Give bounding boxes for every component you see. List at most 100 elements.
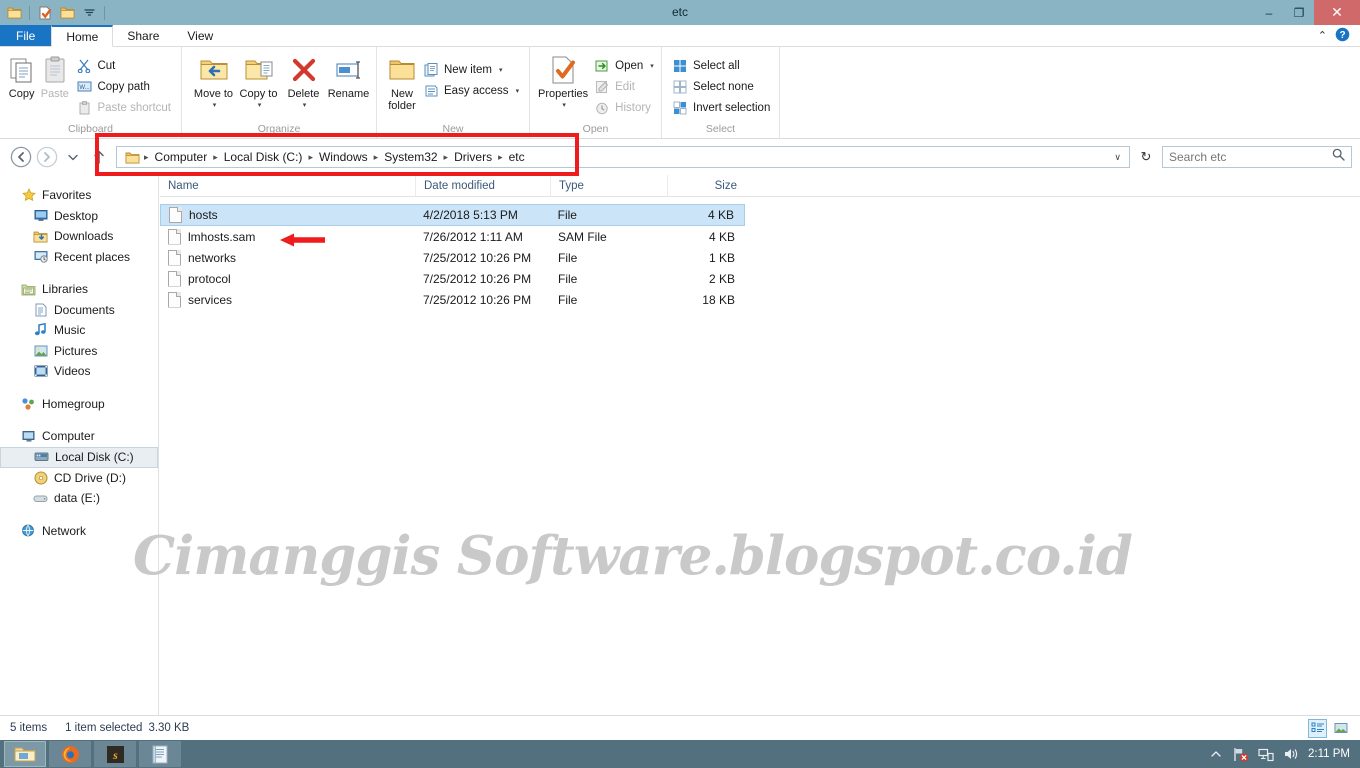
taskbar-notepad[interactable] [139, 741, 181, 767]
title-bar[interactable]: etc – ❐ ✕ [0, 0, 1360, 25]
new-folder-button[interactable]: New folder [387, 51, 417, 112]
sidebar-item-documents[interactable]: Documents [0, 300, 158, 321]
file-list-area[interactable]: Name Date modified Type Size hosts 4/2/2… [160, 174, 1360, 715]
table-row[interactable]: services 7/25/2012 10:26 PM File 18 KB [160, 289, 745, 310]
search-input[interactable] [1169, 150, 1332, 164]
tab-view[interactable]: View [173, 25, 227, 46]
address-bar[interactable]: ▸ Computer ▸ Local Disk (C:) ▸ Windows ▸… [0, 139, 1360, 175]
table-row[interactable]: hosts 4/2/2018 5:13 PM File 4 KB [160, 204, 745, 226]
sidebar-item-local-disk-c[interactable]: Local Disk (C:) [0, 446, 158, 468]
details-view-button[interactable] [1308, 718, 1327, 738]
open-button[interactable]: Open ▾ [590, 55, 658, 76]
forward-button[interactable] [34, 144, 60, 170]
sidebar-item-desktop[interactable]: Desktop [0, 206, 158, 227]
refresh-button[interactable]: ↻ [1134, 146, 1158, 168]
search-icon[interactable] [1332, 148, 1345, 166]
window-controls[interactable]: – ❐ ✕ [1254, 0, 1360, 25]
qat-folder-icon[interactable] [4, 3, 24, 23]
select-all-button[interactable]: Select all [668, 55, 774, 76]
column-header-name[interactable]: Name [160, 175, 415, 197]
breadcrumb-item-windows[interactable]: Windows [314, 150, 373, 164]
delete-caret-icon[interactable]: ▾ [303, 100, 307, 112]
easy-access-caret-icon[interactable]: ▾ [516, 87, 520, 95]
close-button[interactable]: ✕ [1314, 0, 1360, 25]
recent-locations-button[interactable] [60, 144, 86, 170]
column-headers[interactable]: Name Date modified Type Size [160, 174, 1360, 197]
qat-properties-icon[interactable] [35, 3, 55, 23]
column-header-size[interactable]: Size [667, 174, 745, 197]
delete-button[interactable]: Delete ▾ [282, 51, 325, 112]
qat-customize-dropdown-icon[interactable] [79, 3, 99, 23]
breadcrumb-item-system32[interactable]: System32 [379, 150, 442, 164]
ribbon[interactable]: Copy Paste Cut W... Copy path Paste shor… [0, 47, 1360, 139]
navigation-pane[interactable]: Favorites Desktop Downloads Recent place… [0, 175, 159, 715]
taskbar[interactable]: s 2:11 PM [0, 740, 1360, 768]
breadcrumb-item-drivers[interactable]: Drivers [449, 150, 497, 164]
network-error-icon[interactable] [1233, 746, 1249, 762]
table-row[interactable]: protocol 7/25/2012 10:26 PM File 2 KB [160, 268, 745, 289]
file-name-cell[interactable]: protocol [160, 270, 415, 287]
sidebar-item-recent-places[interactable]: Recent places [0, 247, 158, 268]
restore-button[interactable]: ❐ [1284, 0, 1314, 25]
back-button[interactable] [8, 144, 34, 170]
select-none-button[interactable]: Select none [668, 76, 774, 97]
sidebar-item-cd-drive-d[interactable]: CD Drive (D:) [0, 468, 158, 489]
quick-access-toolbar[interactable] [0, 3, 108, 23]
ribbon-tab-strip[interactable]: File Home Share View ⌃ ? [0, 25, 1360, 47]
breadcrumb-item-etc[interactable]: etc [504, 150, 530, 164]
tab-share[interactable]: Share [113, 25, 173, 46]
move-to-button[interactable]: Move to ▾ [192, 51, 235, 112]
file-name-cell[interactable]: hosts [161, 207, 415, 223]
column-header-date-modified[interactable]: Date modified [415, 174, 550, 197]
sidebar-item-downloads[interactable]: Downloads [0, 226, 158, 247]
taskbar-clock[interactable]: 2:11 PM [1308, 748, 1350, 760]
ribbon-controls[interactable]: ⌃ ? [1318, 25, 1360, 46]
taskbar-firefox[interactable] [49, 741, 91, 767]
taskbar-sublime-text[interactable]: s [94, 741, 136, 767]
edit-button[interactable]: Edit [590, 76, 658, 97]
paste-shortcut-button[interactable]: Paste shortcut [72, 97, 175, 118]
tab-home[interactable]: Home [51, 25, 114, 47]
sidebar-item-favorites[interactable]: Favorites [0, 185, 158, 206]
taskbar-file-explorer[interactable] [4, 741, 46, 767]
search-box[interactable] [1162, 146, 1352, 168]
easy-access-button[interactable]: Easy access ▾ [419, 80, 523, 101]
sidebar-item-network[interactable]: Network [0, 521, 158, 542]
address-dropdown-icon[interactable]: ∨ [1114, 152, 1125, 163]
minimize-button[interactable]: – [1254, 0, 1284, 25]
open-caret-icon[interactable]: ▾ [650, 62, 654, 70]
copy-button[interactable]: Copy [6, 51, 37, 100]
tab-file[interactable]: File [0, 25, 52, 46]
view-buttons[interactable] [1308, 718, 1350, 738]
action-center-icon[interactable] [1258, 746, 1274, 762]
volume-icon[interactable] [1283, 746, 1299, 762]
new-item-button[interactable]: New item ▾ [419, 59, 523, 80]
copy-to-caret-icon[interactable]: ▾ [258, 100, 262, 112]
invert-selection-button[interactable]: Invert selection [668, 97, 774, 118]
sidebar-item-pictures[interactable]: Pictures [0, 341, 158, 362]
rename-button[interactable]: Rename [327, 51, 370, 100]
cut-button[interactable]: Cut [72, 55, 175, 76]
properties-caret-icon[interactable]: ▾ [562, 100, 566, 112]
properties-button[interactable]: Properties ▾ [538, 51, 588, 112]
sidebar-item-libraries[interactable]: Libraries [0, 279, 158, 300]
breadcrumb[interactable]: ▸ Computer ▸ Local Disk (C:) ▸ Windows ▸… [143, 150, 530, 164]
large-icons-view-button[interactable] [1331, 719, 1350, 738]
help-icon[interactable]: ? [1335, 27, 1350, 45]
show-hidden-icons-button[interactable] [1208, 746, 1224, 762]
system-tray[interactable]: 2:11 PM [1208, 746, 1360, 762]
up-button[interactable] [86, 144, 112, 170]
move-to-caret-icon[interactable]: ▾ [213, 100, 217, 112]
table-row[interactable]: networks 7/25/2012 10:26 PM File 1 KB [160, 247, 745, 268]
sidebar-item-videos[interactable]: Videos [0, 361, 158, 382]
sidebar-item-data-e[interactable]: data (E:) [0, 488, 158, 509]
table-row[interactable]: lmhosts.sam 7/26/2012 1:11 AM SAM File 4… [160, 226, 745, 247]
history-button[interactable]: History [590, 97, 658, 118]
paste-button[interactable]: Paste [39, 51, 70, 100]
breadcrumb-item-computer[interactable]: Computer [150, 150, 213, 164]
copy-to-button[interactable]: Copy to ▾ [237, 51, 280, 112]
sidebar-item-computer[interactable]: Computer [0, 426, 158, 447]
collapse-ribbon-icon[interactable]: ⌃ [1318, 29, 1327, 42]
file-name-cell[interactable]: networks [160, 249, 415, 266]
sidebar-item-music[interactable]: Music [0, 320, 158, 341]
